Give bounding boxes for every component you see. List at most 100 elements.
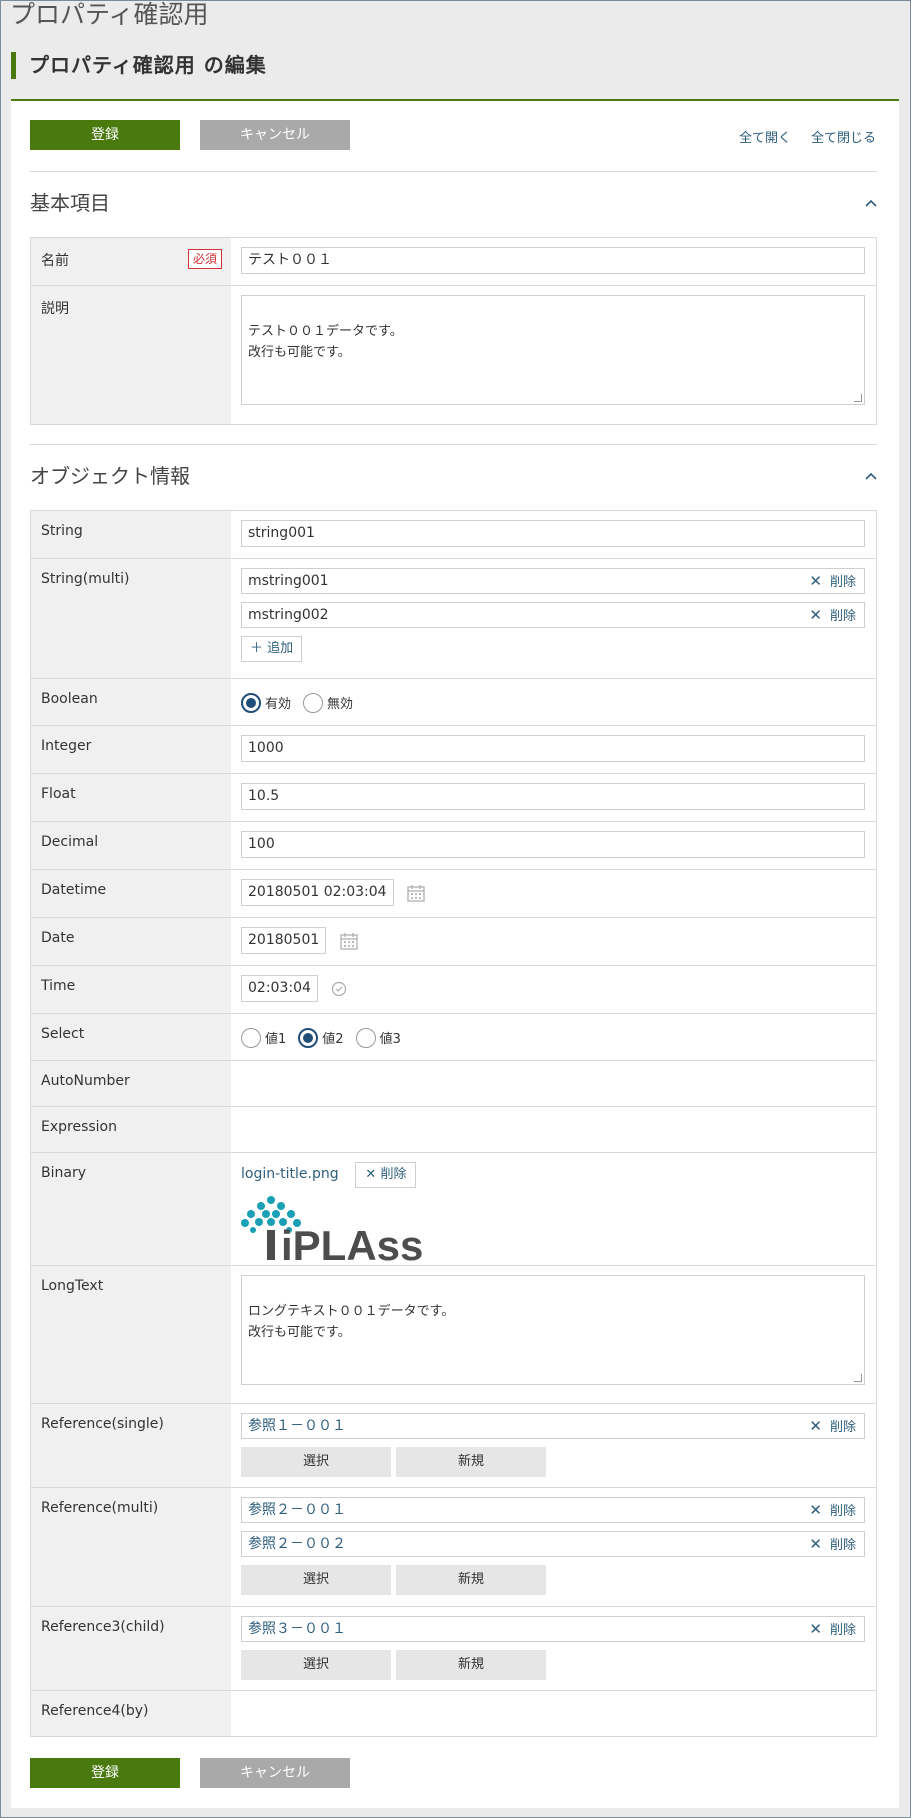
resize-grip-icon[interactable] (854, 1374, 862, 1382)
collapse-all-link[interactable]: 全て閉じる (811, 127, 876, 146)
section-title-basic: 基本項目 (30, 191, 110, 215)
reference-link[interactable]: 参照３－００１ (248, 1621, 346, 1637)
radio-option-value1[interactable]: 値1 (241, 1027, 286, 1048)
form-row-time: Time 02:03:04 (31, 966, 876, 1014)
reference-item: 参照２－００１ ✕ 削除 (241, 1497, 865, 1523)
time-input[interactable]: 02:03:04 (241, 975, 318, 1002)
new-button[interactable]: 新規 (396, 1650, 546, 1680)
form-row-expression: Expression (31, 1107, 876, 1153)
select-button[interactable]: 選択 (241, 1447, 391, 1477)
basic-form-table: 名前 必須 テスト００１ 説明 テスト００１データです。 改行も可能です。 (30, 237, 877, 425)
chevron-up-icon[interactable] (865, 470, 877, 482)
delete-button[interactable]: ✕ 削除 (809, 1414, 856, 1440)
edit-form-container: 登録 キャンセル 全て開く 全て閉じる 基本項目 名前 必須 テスト００１ 説明… (11, 99, 899, 1808)
form-row-description: 説明 テスト００１データです。 改行も可能です。 (31, 286, 876, 424)
plus-icon: ＋ (250, 641, 268, 656)
form-row-decimal: Decimal 100 (31, 822, 876, 870)
calendar-icon[interactable] (339, 931, 359, 951)
field-label: Integer (31, 726, 231, 773)
field-label: 名前 必須 (31, 238, 231, 285)
clock-icon[interactable] (331, 981, 347, 997)
binary-image-preview: iPLAss (241, 1194, 866, 1269)
field-label: AutoNumber (31, 1061, 231, 1106)
longtext-textarea[interactable]: ロングテキスト００１データです。 改行も可能です。 (241, 1275, 865, 1385)
string-input[interactable]: string001 (241, 520, 865, 547)
register-button-top[interactable]: 登録 (30, 120, 180, 150)
field-label: Select (31, 1014, 231, 1060)
cancel-button-top[interactable]: キャンセル (200, 120, 350, 150)
field-label: Reference3(child) (31, 1607, 231, 1690)
boolean-radio-group: 有効 無効 (241, 688, 866, 717)
reference-link[interactable]: 参照２－００２ (248, 1536, 346, 1552)
field-label: String(multi) (31, 559, 231, 678)
select-radio-group: 値1 値2 値3 (241, 1023, 866, 1052)
form-row-float: Float 10.5 (31, 774, 876, 822)
datetime-input[interactable]: 20180501 02:03:04 (241, 879, 394, 906)
add-button[interactable]: ＋ 追加 (241, 636, 303, 662)
select-button[interactable]: 選択 (241, 1650, 391, 1680)
logo-text: iPLAss (281, 1222, 423, 1264)
string-multi-input[interactable]: mstring001 ✕ 削除 (241, 568, 865, 594)
string-multi-input[interactable]: mstring002 ✕ 削除 (241, 602, 865, 628)
radio-option-value3[interactable]: 値3 (355, 1027, 401, 1048)
select-button[interactable]: 選択 (241, 1565, 391, 1595)
radio-checked-icon (241, 692, 261, 713)
description-textarea[interactable]: テスト００１データです。 改行も可能です。 (241, 295, 865, 405)
form-row-name: 名前 必須 テスト００１ (31, 238, 876, 286)
radio-unchecked-icon (303, 692, 324, 713)
form-row-string-multi: String(multi) mstring001 ✕ 削除 mstring002 … (31, 559, 876, 679)
form-row-reference-single: Reference(single) 参照１－００１ ✕ 削除 選択 新規 (31, 1404, 876, 1488)
date-input[interactable]: 20180501 (241, 927, 327, 954)
field-label: LongText (31, 1266, 231, 1403)
radio-option-disabled[interactable]: 無効 (303, 692, 353, 713)
chevron-up-icon[interactable] (865, 197, 877, 209)
reference-item: 参照１－００１ ✕ 削除 (241, 1413, 865, 1439)
field-label: Decimal (31, 822, 231, 869)
resize-grip-icon[interactable] (854, 394, 862, 402)
new-button[interactable]: 新規 (396, 1447, 546, 1477)
object-form-table: String string001 String(multi) mstring00… (30, 510, 877, 1737)
field-label: Float (31, 774, 231, 821)
form-row-date: Date 20180501 (31, 918, 876, 966)
form-row-integer: Integer 1000 (31, 726, 876, 774)
binary-delete-button[interactable]: ✕ 削除 (355, 1162, 417, 1188)
delete-button[interactable]: ✕ 削除 (809, 569, 856, 595)
delete-button[interactable]: ✕ 削除 (809, 603, 856, 629)
radio-checked-icon (298, 1027, 319, 1048)
radio-option-enabled[interactable]: 有効 (241, 692, 291, 713)
new-button[interactable]: 新規 (396, 1565, 546, 1595)
delete-button[interactable]: ✕ 削除 (809, 1498, 856, 1524)
iplass-logo: iPLAss (241, 1196, 423, 1269)
binary-file-link[interactable]: login-title.png (241, 1166, 339, 1182)
section-divider (30, 444, 877, 445)
field-label: String (31, 511, 231, 558)
calendar-icon[interactable] (406, 883, 426, 903)
integer-input[interactable]: 1000 (241, 735, 865, 762)
form-row-select: Select 値1 値2 値3 (31, 1014, 876, 1061)
field-label: Reference(multi) (31, 1488, 231, 1606)
register-button-bottom[interactable]: 登録 (30, 1758, 180, 1788)
field-label: Reference(single) (31, 1404, 231, 1487)
expand-all-link[interactable]: 全て開く (739, 127, 791, 146)
form-row-longtext: LongText ロングテキスト００１データです。 改行も可能です。 (31, 1266, 876, 1404)
section-divider (30, 171, 877, 172)
field-label: Time (31, 966, 231, 1013)
section-title-object: オブジェクト情報 (30, 464, 190, 488)
radio-unchecked-icon (241, 1027, 261, 1048)
float-input[interactable]: 10.5 (241, 783, 865, 810)
delete-button[interactable]: ✕ 削除 (809, 1617, 856, 1643)
cancel-button-bottom[interactable]: キャンセル (200, 1758, 350, 1788)
radio-option-value2[interactable]: 値2 (298, 1027, 344, 1048)
form-row-autonumber: AutoNumber (31, 1061, 876, 1107)
form-row-reference-multi: Reference(multi) 参照２－００１ ✕ 削除 参照２－００２ ✕ 削除… (31, 1488, 876, 1607)
close-icon: ✕ (809, 1417, 822, 1435)
reference-link[interactable]: 参照１－００１ (248, 1418, 346, 1434)
decimal-input[interactable]: 100 (241, 831, 865, 858)
name-input[interactable]: テスト００１ (241, 247, 865, 274)
close-icon: ✕ (809, 1535, 822, 1553)
form-row-binary: Binary login-title.png ✕ 削除 iPLAss (31, 1153, 876, 1269)
close-icon: ✕ (809, 1501, 822, 1519)
delete-button[interactable]: ✕ 削除 (809, 1532, 856, 1558)
form-row-datetime: Datetime 20180501 02:03:04 (31, 870, 876, 918)
reference-link[interactable]: 参照２－００１ (248, 1502, 346, 1518)
